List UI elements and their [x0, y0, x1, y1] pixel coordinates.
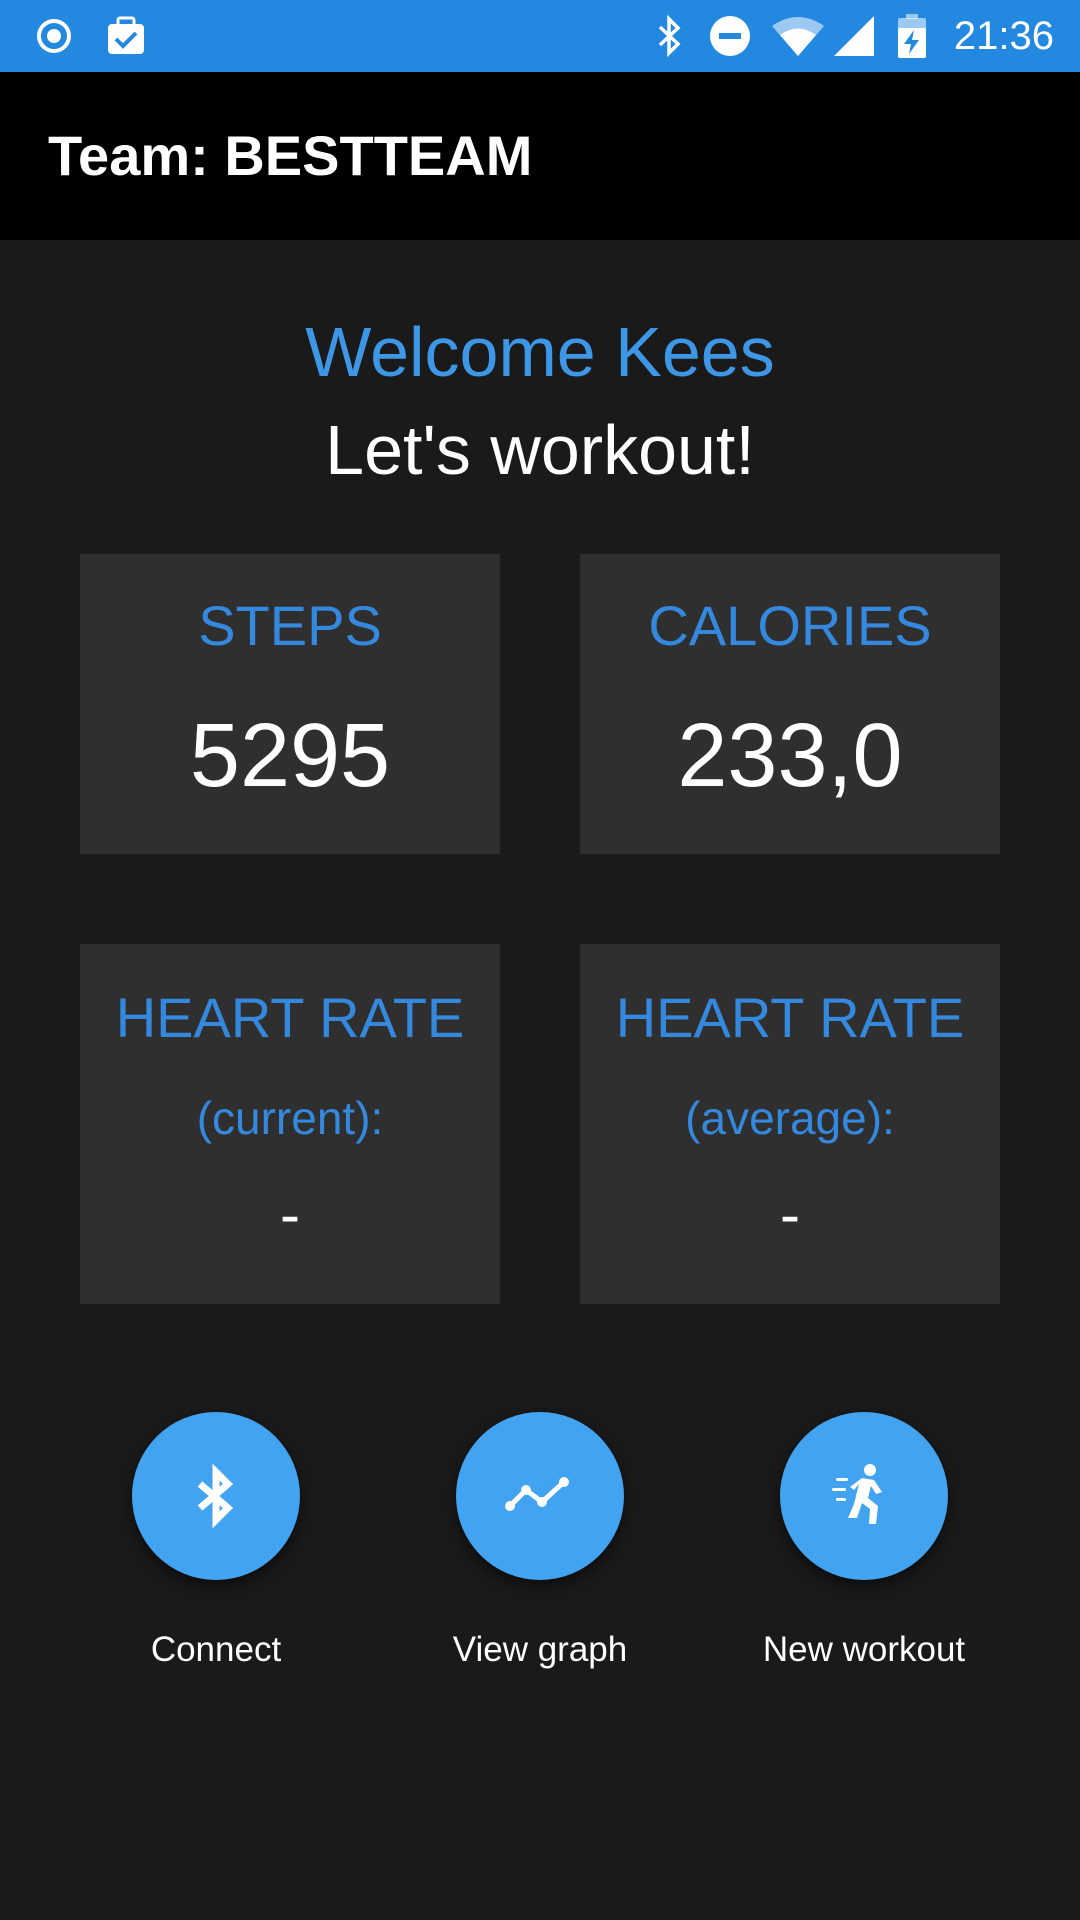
steps-label: STEPS [198, 594, 382, 657]
running-person-icon [832, 1464, 882, 1524]
steps-value: 5295 [189, 706, 391, 806]
heart-rate-average-card: HEART RATE (average): - [580, 944, 1000, 1304]
new-workout-label: New workout [762, 1630, 966, 1669]
clipboard-check-icon [104, 14, 148, 58]
app-title: Team: BESTTEAM [48, 124, 533, 187]
heart-rate-current-label: HEART RATE [115, 986, 465, 1049]
connect-label: Connect [150, 1630, 282, 1669]
bluetooth-icon [197, 1463, 234, 1529]
calories-value: 233,0 [677, 706, 903, 806]
line-graph-icon [505, 1477, 569, 1511]
welcome-text: Welcome Kees [305, 313, 775, 391]
heart-rate-average-value: - [780, 1181, 800, 1248]
calories-label: CALORIES [648, 594, 932, 657]
heart-rate-average-sub: (average): [685, 1092, 895, 1144]
workout-subtitle: Let's workout! [325, 411, 755, 489]
view-graph-label: View graph [452, 1630, 628, 1669]
heart-rate-current-card: HEART RATE (current): - [80, 944, 500, 1304]
view-graph-button[interactable] [456, 1412, 624, 1580]
battery-charging-icon [896, 14, 928, 58]
heart-rate-current-sub: (current): [196, 1092, 384, 1144]
heart-rate-average-label: HEART RATE [615, 986, 965, 1049]
new-workout-button[interactable] [780, 1412, 948, 1580]
connect-button[interactable] [132, 1412, 300, 1580]
steps-card: STEPS 5295 [80, 554, 500, 854]
record-icon [32, 14, 76, 58]
do-not-disturb-icon [708, 14, 752, 58]
wifi-icon [770, 14, 826, 58]
status-bar: 21:36 [0, 0, 1080, 72]
status-time: 21:36 [953, 14, 1054, 58]
heart-rate-current-value: - [280, 1181, 300, 1248]
bluetooth-icon [648, 14, 692, 58]
calories-card: CALORIES 233,0 [580, 554, 1000, 854]
app-bar: Team: BESTTEAM [0, 72, 1080, 240]
signal-icon [832, 14, 876, 58]
